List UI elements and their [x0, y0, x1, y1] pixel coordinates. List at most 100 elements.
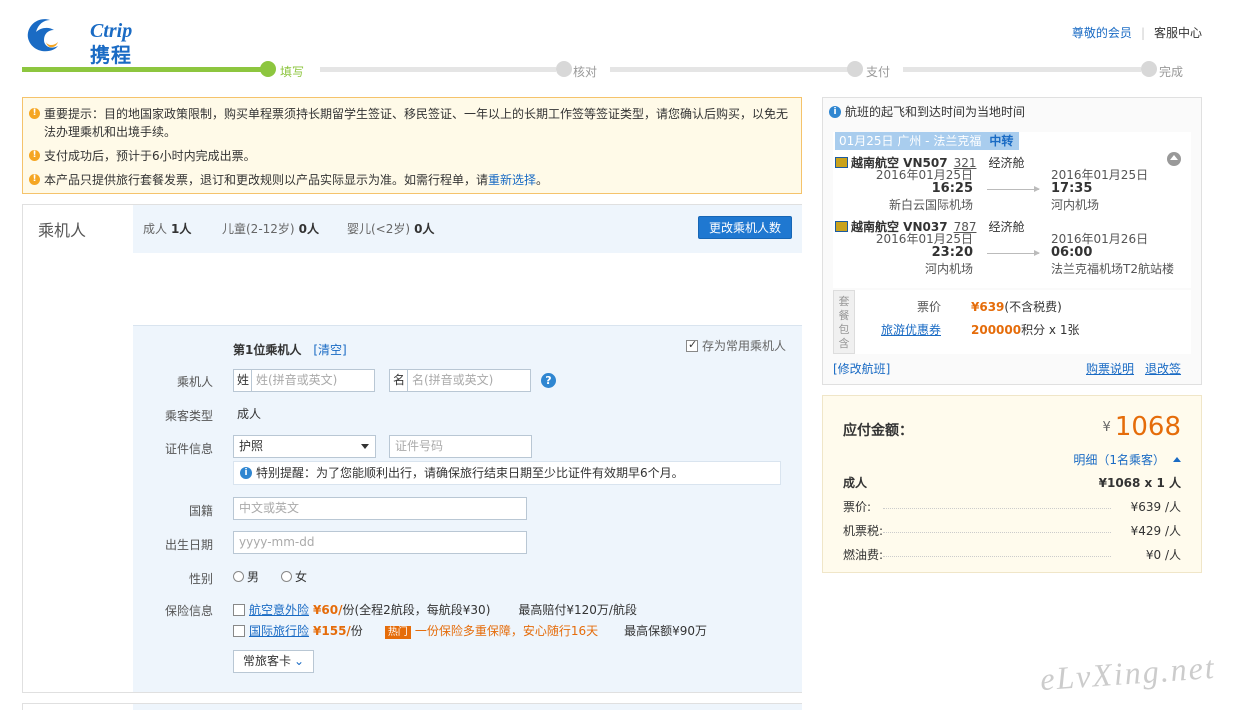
step-dot-pay [847, 61, 863, 77]
chevron-down-icon [361, 444, 369, 449]
nationality-input[interactable]: 中文或英文 [233, 497, 527, 520]
next-section-inner [133, 704, 802, 710]
passport-tip: i 特别提醒：为了您能顺利出行，请确保旅行结束日期至少比证件有效期早6个月。 [233, 461, 781, 485]
travel-insurance-link[interactable]: 国际旅行险 [249, 624, 309, 638]
member-link[interactable]: 尊敬的会员 [1072, 26, 1132, 40]
section-title: 乘机人 [38, 221, 87, 240]
given-name-input[interactable]: 名名(拼音或英文) [389, 369, 531, 392]
flight-panel: i 航班的起飞和到达时间为当地时间 01月25日 广州 - 法兰克福 中转 越南航空… [822, 97, 1202, 385]
step-dot-fill [260, 61, 276, 77]
step-verify: 核对 [573, 65, 598, 79]
step-fill: 填写 [280, 65, 305, 79]
amount-due: ¥1068 [1102, 412, 1181, 442]
notice-item: ! 支付成功后，预计于6小时内完成出票。 [29, 147, 791, 165]
surname-input[interactable]: 姓姓(拼音或英文) [233, 369, 375, 392]
nationality-label: 国籍 [188, 504, 213, 518]
route-tag: 01月25日 广州 - 法兰克福 中转 [835, 132, 1020, 150]
notice-box: ! 重要提示：目的地国家政策限制，购买单程票须持长期留学生签证、移民签证、一年以上… [22, 97, 802, 194]
gender-female-radio[interactable]: 女 [281, 568, 307, 585]
price-row: 票价: ¥639 /人 [843, 498, 1181, 515]
checkbox[interactable] [233, 625, 245, 637]
departure: 2016年01月25日 23:20 河内机场 [875, 232, 973, 276]
warning-icon: ! [29, 174, 40, 185]
frequent-flyer-button[interactable]: 常旅客卡 ⌄ [233, 650, 314, 673]
next-section [22, 703, 802, 710]
price-detail-toggle[interactable]: 明细（1名乘客） [1073, 451, 1181, 468]
flight-segment: 越南航空 VN037 787 经济舱 2016年01月25日 23:20 河内机场 20… [833, 218, 1191, 280]
voucher-link[interactable]: 旅游优惠券 [881, 323, 941, 337]
flight-panel-header: i 航班的起飞和到达时间为当地时间 [829, 103, 1025, 120]
service-link[interactable]: 客服中心 [1154, 26, 1202, 40]
child-count: 儿童(2-12岁) 0人 [222, 222, 319, 236]
package-info: 套餐包含 票价 ¥639(不含税费) 旅游优惠券 200000积分 x 1张 [833, 290, 1191, 354]
passenger-type-label: 乘客类型 [164, 409, 213, 423]
arrow-right-icon [987, 186, 1040, 192]
flight-segment: 越南航空 VN507 321 经济舱 2016年01月25日 16:25 新白云国际机场… [833, 154, 1191, 216]
insurance-label: 保险信息 [164, 604, 213, 618]
voucher-row: 旅游优惠券 200000积分 x 1张 [880, 323, 1080, 337]
passenger-heading: 第1位乘机人 [清空] [233, 343, 347, 357]
clear-link[interactable]: [清空] [313, 343, 346, 357]
chevron-up-icon [1173, 457, 1181, 462]
warning-icon: ! [29, 150, 40, 161]
flight-card: 01月25日 广州 - 法兰克福 中转 越南航空 VN507 321 经济舱 2016… [833, 132, 1191, 288]
chevron-down-icon: ⌄ [293, 654, 305, 668]
airline-logo-icon [835, 221, 848, 232]
modify-flight-link[interactable]: [修改航班] [833, 360, 890, 377]
id-label: 证件信息 [164, 442, 213, 456]
progress-track [610, 67, 848, 72]
id-type-select[interactable]: 护照 [233, 435, 376, 458]
step-dot-verify [556, 61, 572, 77]
insurance-row-accident: 航空意外险 ¥60/份(全程2航段，每航段¥30) 最高赔付¥120万/航段 [233, 601, 637, 618]
watermark: eLvXing.net [1038, 648, 1217, 698]
top-links: 尊敬的会员 | 客服中心 [1072, 24, 1202, 41]
adult-count: 成人 1人 [143, 222, 192, 236]
birth-date-input[interactable]: yyyy-mm-dd [233, 531, 527, 554]
progress-track [320, 67, 556, 72]
insurance-row-travel: 国际旅行险 ¥155/份 热门 一份保险多重保障，安心随行16天 最高保额¥90万 [233, 622, 707, 639]
refund-link[interactable]: 退改签 [1145, 360, 1181, 377]
name-label: 乘机人 [176, 375, 213, 389]
spacer [133, 253, 802, 325]
save-common-checkbox[interactable]: 存为常用乘机人 [685, 337, 786, 354]
price-row: 机票税: ¥429 /人 [843, 522, 1181, 539]
step-pay: 支付 [866, 65, 891, 79]
info-icon: i [240, 467, 252, 479]
hot-badge: 热门 [384, 626, 411, 639]
progress-filled [22, 67, 267, 72]
notice-item: ! 本产品只提供旅行套餐发票，退订和更改规则以产品实际显示为准。如需行程单，请重新… [29, 171, 791, 189]
reselect-link[interactable]: 重新选择 [488, 173, 536, 187]
help-icon[interactable]: ? [541, 373, 556, 388]
ctrip-logo[interactable]: Ctrip 携程 [22, 10, 142, 67]
notice-item: ! 重要提示：目的地国家政策限制，购买单程票须持长期留学生签证、移民签证、一年以上… [29, 105, 791, 141]
radio[interactable] [281, 571, 292, 582]
departure: 2016年01月25日 16:25 新白云国际机场 [875, 168, 973, 212]
gender-male-radio[interactable]: 男 [233, 568, 259, 585]
passenger-section: 乘机人 成人 1人 儿童(2-12岁) 0人 婴儿(<2岁) 0人 更改乘机人数 第1… [22, 204, 802, 693]
gender-label: 性别 [188, 572, 213, 586]
birth-label: 出生日期 [164, 538, 213, 552]
passenger-type-value: 成人 [237, 407, 262, 421]
progress-track [903, 67, 1141, 72]
accident-insurance-link[interactable]: 航空意外险 [249, 603, 309, 617]
checkbox[interactable] [685, 338, 698, 352]
progress-bar: 填写 核对 支付 完成 [22, 60, 1202, 80]
passenger-form: 第1位乘机人[清空] 存为常用乘机人 乘机人 姓姓(拼音或英文) 名名(拼音或英… [133, 325, 802, 692]
checkbox[interactable] [233, 604, 245, 616]
warning-icon: ! [29, 108, 40, 119]
change-passenger-count-button[interactable]: 更改乘机人数 [698, 216, 792, 239]
radio[interactable] [233, 571, 244, 582]
purchase-info-link[interactable]: 购票说明 [1086, 360, 1134, 377]
price-panel: 应付金额： ¥1068 明细（1名乘客） 成人 ¥1068 x 1 人 票价: ¥6… [822, 395, 1202, 573]
infant-count: 婴儿(<2岁) 0人 [347, 222, 435, 236]
price-row: 成人 ¥1068 x 1 人 [843, 474, 1181, 491]
divider: | [1140, 26, 1145, 40]
fare-row: 票价 ¥639(不含税费) [916, 300, 1062, 314]
passenger-counts: 成人 1人 儿童(2-12岁) 0人 婴儿(<2岁) 0人 更改乘机人数 [133, 205, 802, 253]
arrow-right-icon [987, 250, 1040, 256]
arrival: 2016年01月26日 06:00 法兰克福机场T2航站楼 [1051, 232, 1174, 276]
step-dot-done [1141, 61, 1157, 77]
id-number-input[interactable]: 证件号码 [389, 435, 532, 458]
step-done: 完成 [1159, 65, 1184, 79]
info-icon: i [829, 106, 841, 118]
